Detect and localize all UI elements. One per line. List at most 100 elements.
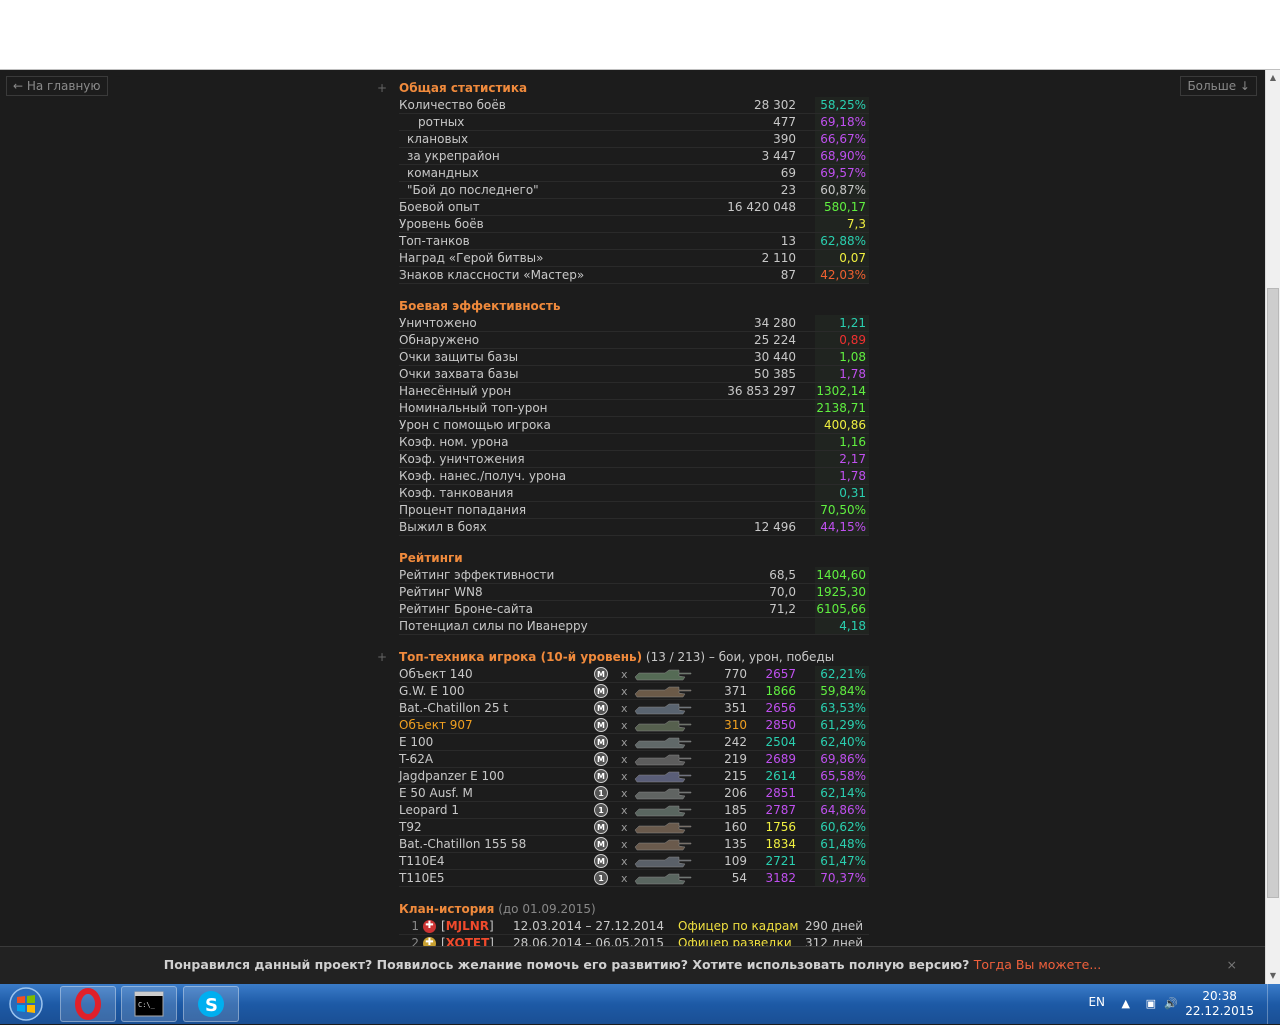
stat-row: за укрепрайон 3 447 68,90% bbox=[399, 148, 869, 165]
stat-ratio: 1,16 bbox=[839, 435, 866, 449]
tray-arrow-icon[interactable]: ▲ bbox=[1122, 997, 1130, 1010]
tank-row[interactable]: E 100 Mx 242 2504 62,40% bbox=[399, 734, 869, 751]
stat-label: Боевой опыт bbox=[399, 200, 480, 214]
mastery-badge-icon: M bbox=[594, 735, 608, 749]
stat-row: Обнаружено 25 224 0,89 bbox=[399, 332, 869, 349]
tank-icon bbox=[631, 685, 693, 698]
stat-ratio: 70,50% bbox=[820, 503, 866, 517]
banner-link[interactable]: Тогда Вы можете... bbox=[974, 957, 1101, 972]
stat-label: Коэф. уничтожения bbox=[399, 452, 525, 466]
tank-row[interactable]: E 50 Ausf. M 1 x 206 2851 62,14% bbox=[399, 785, 869, 802]
tank-row[interactable]: T-62A Mx 219 2689 69,86% bbox=[399, 751, 869, 768]
efficiency-stats-table: Уничтожено 34 280 1,21 Обнаружено 25 224 0,89… bbox=[399, 315, 869, 536]
stat-value: 23 bbox=[780, 183, 796, 197]
tank-damage: 2721 bbox=[765, 854, 796, 868]
stat-value: 12 496 bbox=[754, 520, 796, 534]
tank-row[interactable]: Объект 140 Mx 770 2657 62,21% bbox=[399, 666, 869, 683]
tank-row[interactable]: Bat.-Chatillon 25 t Mx 351 2656 63,53% bbox=[399, 700, 869, 717]
tank-row[interactable]: G.W. E 100 Mx 371 1866 59,84% bbox=[399, 683, 869, 700]
opera-taskbar-button[interactable] bbox=[60, 986, 116, 1022]
x-mark: x bbox=[621, 719, 628, 732]
tank-winrate: 61,29% bbox=[820, 718, 866, 732]
section-subtitle: (13 / 213) – бои, урон, победы bbox=[642, 650, 835, 664]
language-indicator[interactable]: EN bbox=[1088, 995, 1105, 1009]
stat-label: Урон с помощью игрока bbox=[399, 418, 551, 432]
clan-tag-link[interactable]: [XOTET] bbox=[441, 935, 494, 946]
show-desktop-button[interactable] bbox=[1267, 984, 1280, 1024]
stat-value: 2 110 bbox=[761, 251, 796, 265]
tank-winrate: 64,86% bbox=[820, 803, 866, 817]
clan-history-row: 1 ✚ [MJLNR] 12.03.2014 – 27.12.2014 Офицер п… bbox=[399, 918, 869, 935]
stat-ratio: 1,78 bbox=[839, 469, 866, 483]
stat-row: Очки захвата базы 50 385 1,78 bbox=[399, 366, 869, 383]
tank-damage: 3182 bbox=[765, 871, 796, 885]
tank-name: G.W. E 100 bbox=[399, 684, 465, 698]
stat-row: Потенциал силы по Иванерру 4,18 bbox=[399, 618, 869, 635]
stat-ratio: 0,07 bbox=[839, 251, 866, 265]
tank-damage: 2614 bbox=[765, 769, 796, 783]
stat-row: Уничтожено 34 280 1,21 bbox=[399, 315, 869, 332]
tank-icon bbox=[631, 787, 693, 800]
clan-tag-link[interactable]: [MJLNR] bbox=[441, 918, 494, 935]
stat-row: ротных 477 69,18% bbox=[399, 114, 869, 131]
tank-damage: 1866 bbox=[765, 684, 796, 698]
tank-battles: 770 bbox=[724, 667, 747, 681]
tank-name: E 100 bbox=[399, 735, 434, 749]
x-mark: x bbox=[621, 787, 628, 800]
tank-icon bbox=[631, 753, 693, 766]
banner-text: Понравился данный проект? Появилось жела… bbox=[163, 957, 974, 972]
tank-battles: 219 bbox=[724, 752, 747, 766]
clan-tag[interactable]: MJLNR bbox=[446, 919, 489, 933]
tank-row[interactable]: Объект 907 Mx 310 2850 61,29% bbox=[399, 717, 869, 734]
tank-row[interactable]: T92 Mx 160 1756 60,62% bbox=[399, 819, 869, 836]
clan-tag[interactable]: XOTET bbox=[446, 936, 490, 946]
tank-name: Объект 140 bbox=[399, 667, 473, 681]
stats-content: + Общая статистика Количество боёв 28 302… bbox=[377, 80, 869, 946]
close-icon[interactable]: × bbox=[1227, 947, 1237, 983]
vertical-scrollbar[interactable]: ▲ ▼ bbox=[1265, 70, 1280, 984]
stat-label: Знаков классности «Мастер» bbox=[399, 268, 585, 282]
tank-row[interactable]: T110E4 Mx 109 2721 61,47% bbox=[399, 853, 869, 870]
clan-dates: 12.03.2014 – 27.12.2014 bbox=[513, 919, 665, 933]
tank-icon bbox=[631, 855, 693, 868]
stat-label: клановых bbox=[407, 132, 469, 146]
tank-row[interactable]: Leopard 1 1 x 185 2787 64,86% bbox=[399, 802, 869, 819]
stat-row: Знаков классности «Мастер» 87 42,03% bbox=[399, 267, 869, 284]
tank-battles: 135 bbox=[724, 837, 747, 851]
tank-name: E 50 Ausf. M bbox=[399, 786, 473, 800]
top-tanks-table: Объект 140 Mx 770 2657 62,21% G.W. E 100 Mx 371… bbox=[399, 666, 869, 887]
volume-icon[interactable]: 🔊 bbox=[1164, 997, 1178, 1010]
stat-value: 390 bbox=[773, 132, 796, 146]
tank-row[interactable]: Bat.-Chatillon 155 58 Mx 135 1834 61,48% bbox=[399, 836, 869, 853]
stat-ratio: 62,88% bbox=[820, 234, 866, 248]
cmd-taskbar-button[interactable]: C:\_ bbox=[121, 986, 177, 1022]
tank-name: T-62A bbox=[399, 752, 434, 766]
start-button[interactable] bbox=[4, 986, 48, 1022]
stat-value: 69 bbox=[780, 166, 796, 180]
stat-label: Потенциал силы по Иванерру bbox=[399, 619, 588, 633]
x-mark: x bbox=[621, 838, 628, 851]
scroll-thumb[interactable] bbox=[1267, 288, 1279, 898]
clock[interactable]: 20:38 22.12.2015 bbox=[1185, 989, 1254, 1019]
expand-icon[interactable]: + bbox=[377, 649, 387, 666]
section-title-text: Боевая эффективность bbox=[399, 299, 561, 313]
network-icon[interactable]: ▣ bbox=[1146, 997, 1156, 1010]
tank-row[interactable]: T110E5 1 x 54 3182 70,37% bbox=[399, 870, 869, 887]
tank-row[interactable]: Jagdpanzer E 100 Mx 215 2614 65,58% bbox=[399, 768, 869, 785]
scroll-down-icon[interactable]: ▼ bbox=[1266, 968, 1280, 984]
tank-battles: 215 bbox=[724, 769, 747, 783]
stat-value: 87 bbox=[780, 268, 796, 282]
tank-damage: 2787 bbox=[765, 803, 796, 817]
stat-ratio: 580,17 bbox=[824, 200, 866, 214]
tank-damage: 1756 bbox=[765, 820, 796, 834]
stat-label: Рейтинг WN8 bbox=[399, 585, 483, 599]
x-mark: x bbox=[621, 685, 628, 698]
more-button[interactable]: Больше ↓ bbox=[1180, 76, 1257, 96]
x-mark: x bbox=[621, 821, 628, 834]
skype-taskbar-button[interactable]: S bbox=[183, 986, 239, 1022]
back-to-main-button[interactable]: ← На главную bbox=[6, 76, 108, 96]
expand-icon[interactable]: + bbox=[377, 80, 387, 97]
stat-row: "Бой до последнего" 23 60,87% bbox=[399, 182, 869, 199]
stat-label: Нанесённый урон bbox=[399, 384, 512, 398]
scroll-up-icon[interactable]: ▲ bbox=[1266, 70, 1280, 86]
